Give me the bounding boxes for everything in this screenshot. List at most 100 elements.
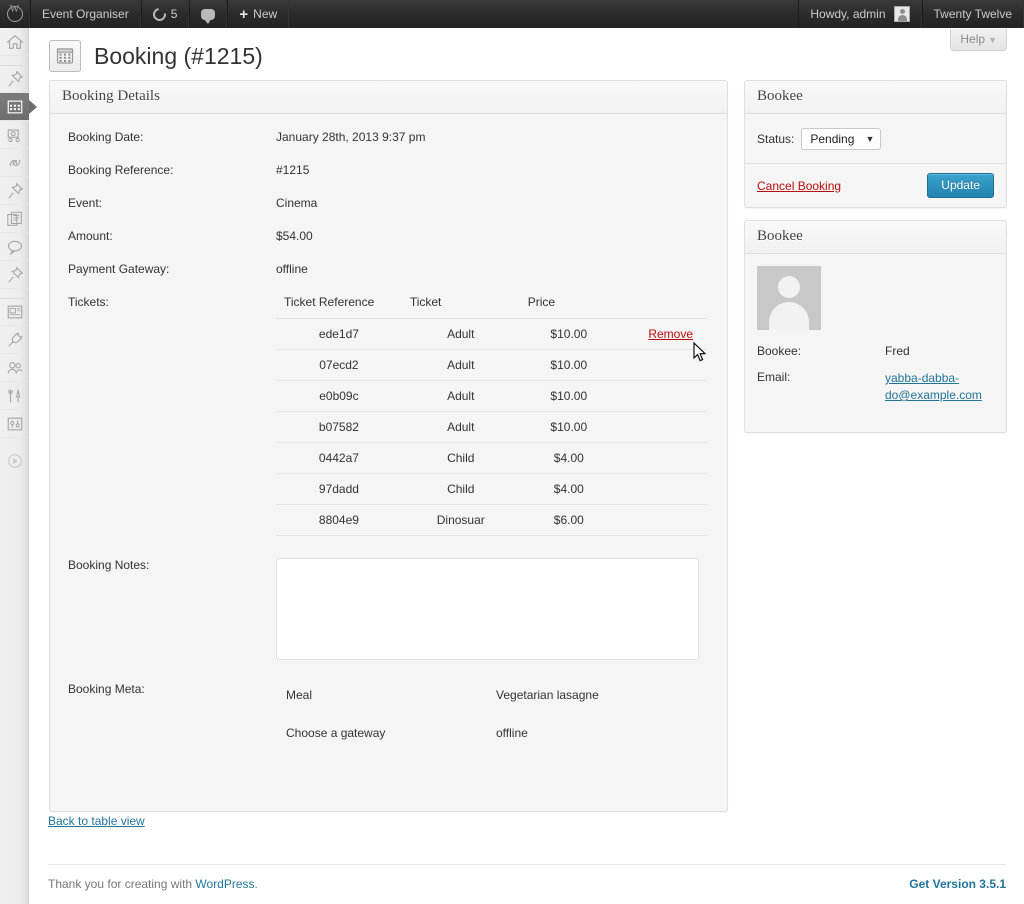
cell-price: $10.00: [519, 411, 618, 443]
theme-name-item[interactable]: Twenty Twelve: [921, 0, 1024, 28]
sidebar-item-posts[interactable]: [0, 65, 29, 93]
pages-icon: [6, 211, 22, 226]
field-value: January 28th, 2013 9:37 pm: [276, 130, 426, 144]
field-label: Amount:: [68, 229, 113, 243]
appearance-icon: [7, 305, 22, 319]
updates-count: 5: [170, 7, 178, 21]
sidebar-item-pages-docs[interactable]: [0, 205, 29, 233]
table-row: ede1d7 Adult $10.00 Remove: [276, 318, 707, 350]
meta-value: offline: [496, 726, 528, 740]
sidebar-item-plugins[interactable]: [0, 326, 29, 354]
cell-ticket: Adult: [401, 349, 520, 381]
field-label: Payment Gateway:: [68, 262, 170, 276]
admin-bar: Event Organiser 5 + New Howdy, admin Twe…: [0, 0, 1024, 28]
tickets-table-wrap: Ticket Reference Ticket Price ede1d7 Adu…: [50, 289, 727, 536]
sidebar-item-bookings[interactable]: [0, 261, 29, 289]
field-amount: Amount: $54.00: [50, 229, 727, 243]
user-avatar-icon: [893, 6, 910, 22]
cell-actions: [617, 411, 707, 443]
get-version-link[interactable]: Get Version 3.5.1: [909, 877, 1006, 891]
wordpress-logo-button[interactable]: [0, 0, 30, 28]
bookee-panel: Bookee Bookee: Fred Email: yabba-dabba-d…: [744, 220, 1007, 433]
sidebar-item-users[interactable]: [0, 354, 29, 382]
cell-actions: [617, 473, 707, 505]
cell-actions: [617, 504, 707, 536]
cell-ticket: Child: [401, 473, 520, 505]
meta-row: Choose a gateway offline: [286, 720, 609, 758]
booking-meta-row: Booking Meta: Meal Vegetarian lasagne Ch…: [50, 682, 727, 758]
column-header-ticket: Ticket: [401, 289, 520, 319]
avatar: [757, 266, 821, 330]
admin-sidebar-menu: [0, 28, 37, 904]
cell-price: $10.00: [519, 380, 618, 412]
sidebar-item-settings[interactable]: [0, 410, 29, 438]
cell-price: $4.00: [519, 473, 618, 505]
comments-button[interactable]: [189, 0, 228, 28]
bookee-email-link[interactable]: yabba-dabba-do@example.com: [885, 370, 985, 404]
chevron-down-icon: ▼: [865, 134, 875, 144]
bookee-name-value: Fred: [885, 344, 910, 358]
sidebar-item-events[interactable]: [0, 93, 37, 121]
booking-notes-row: Booking Notes:: [50, 558, 727, 660]
sidebar-item-pages[interactable]: [0, 177, 29, 205]
home-icon: [5, 34, 24, 49]
help-tab-label: Help: [960, 32, 986, 46]
back-to-table-view-link[interactable]: Back to table view: [48, 814, 145, 828]
wordpress-link[interactable]: WordPress: [195, 877, 254, 891]
sidebar-item-dashboard[interactable]: [0, 28, 29, 56]
bookee-fields-table: Bookee: Fred Email: yabba-dabba-do@examp…: [757, 344, 994, 416]
sidebar-item-tools[interactable]: [0, 382, 29, 410]
site-name-menu[interactable]: Event Organiser: [30, 0, 141, 28]
booking-details-body: Booking Date: January 28th, 2013 9:37 pm…: [50, 114, 727, 768]
booking-notes-input[interactable]: [276, 558, 699, 660]
side-column: Bookee Status: Pending ▼ Cancel Booking …: [744, 80, 1007, 433]
sidebar-item-comments[interactable]: [0, 233, 29, 261]
bookee-heading: Bookee: [745, 221, 1006, 254]
table-row: 0442a7 Child $4.00: [276, 442, 707, 474]
meta-value: Vegetarian lasagne: [496, 688, 599, 702]
new-content-button[interactable]: + New: [227, 0, 290, 28]
field-label: Event:: [68, 196, 103, 210]
updates-button[interactable]: 5: [140, 0, 190, 28]
cell-ticket: Adult: [401, 380, 520, 412]
cell-ticket-reference: 07ecd2: [276, 349, 402, 381]
cell-ticket-reference: e0b09c: [276, 380, 402, 412]
sidebar-item-appearance[interactable]: [0, 298, 29, 326]
pin-icon: [7, 182, 23, 199]
meta-key: Meal: [286, 688, 313, 702]
column-header-actions: [617, 289, 707, 319]
updates-refresh-icon: [150, 4, 169, 24]
cell-ticket-reference: ede1d7: [276, 318, 402, 350]
sidebar-item-links[interactable]: [0, 149, 29, 177]
comments-bubble-icon: [201, 8, 216, 24]
cell-ticket: Adult: [401, 318, 520, 350]
update-button[interactable]: Update: [927, 173, 994, 198]
cell-actions: [617, 349, 707, 381]
new-label: New: [253, 7, 278, 21]
page-title: Booking (#1215): [49, 40, 263, 72]
status-select[interactable]: Pending ▼: [801, 128, 882, 150]
field-value: $54.00: [276, 229, 313, 243]
footer: Thank you for creating with WordPress. G…: [48, 864, 1006, 891]
table-row: 97dadd Child $4.00: [276, 473, 707, 505]
help-tab-button[interactable]: Help ▼: [950, 29, 1007, 51]
cell-ticket-reference: 0442a7: [276, 442, 402, 474]
remove-ticket-link[interactable]: Remove: [648, 327, 693, 341]
field-booking-reference: Booking Reference: #1215: [50, 163, 727, 177]
my-account-menu[interactable]: Howdy, admin: [798, 0, 922, 28]
table-row: 8804e9 Dinosuar $6.00: [276, 504, 707, 536]
cell-price: $10.00: [519, 318, 618, 350]
howdy-label: Howdy, admin: [810, 7, 886, 21]
cell-price: $10.00: [519, 349, 618, 381]
booking-status-panel: Bookee Status: Pending ▼ Cancel Booking …: [744, 80, 1007, 208]
cell-ticket-reference: 97dadd: [276, 473, 402, 505]
collapse-menu-button[interactable]: [0, 447, 29, 475]
collapse-arrow-icon: [7, 454, 22, 468]
bookee-name-row: Bookee: Fred: [757, 344, 994, 370]
cancel-booking-link[interactable]: Cancel Booking: [757, 179, 841, 193]
cell-ticket: Child: [401, 442, 520, 474]
bookee-email-row: Email: yabba-dabba-do@example.com: [757, 370, 994, 416]
sidebar-item-media[interactable]: [0, 121, 29, 149]
field-booking-date: Booking Date: January 28th, 2013 9:37 pm: [50, 130, 727, 144]
footer-thanks: Thank you for creating with WordPress.: [48, 877, 258, 891]
